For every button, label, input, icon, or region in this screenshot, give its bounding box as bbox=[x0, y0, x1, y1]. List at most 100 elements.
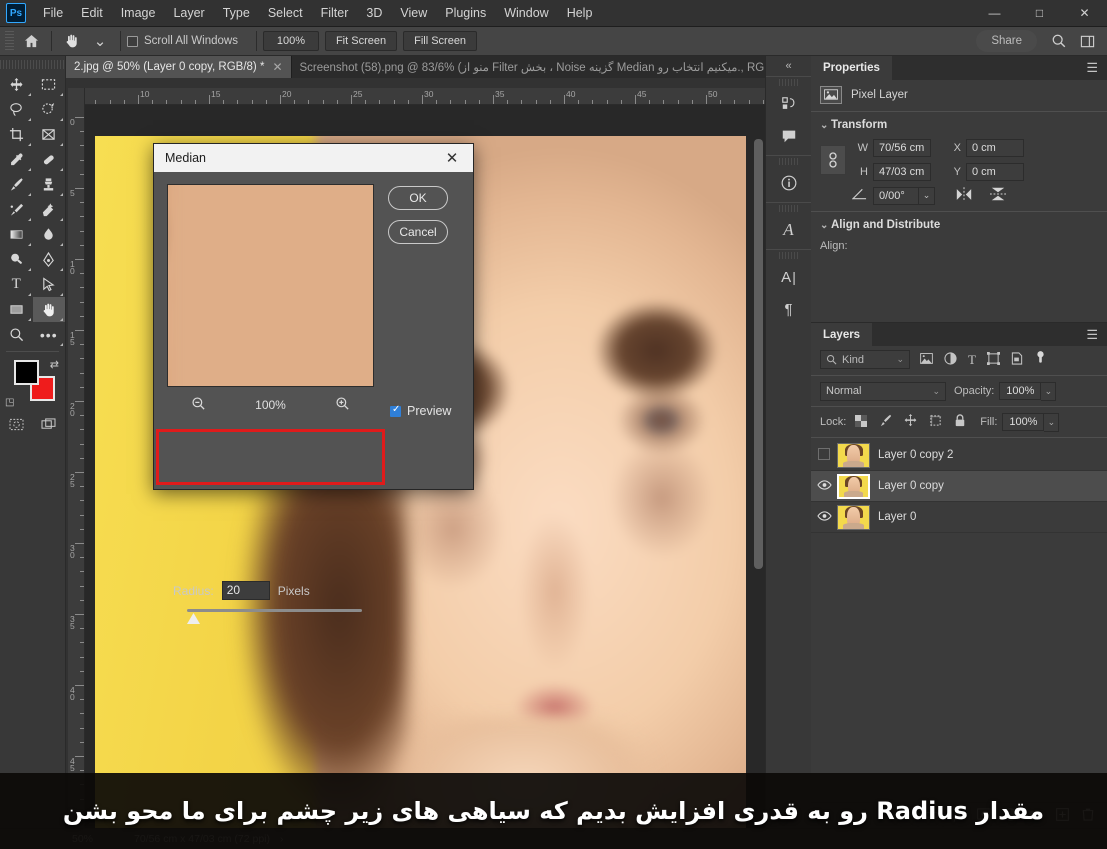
shape-filter-icon[interactable] bbox=[986, 351, 1000, 368]
fit-screen-button[interactable]: Fit Screen bbox=[324, 31, 398, 51]
tab-properties[interactable]: Properties bbox=[811, 56, 892, 80]
layer-visibility-toggle[interactable] bbox=[811, 510, 837, 524]
opacity-value[interactable]: 100% bbox=[999, 382, 1042, 400]
x-input[interactable]: 0 cm bbox=[966, 139, 1024, 157]
layer-filter-dropdown[interactable]: Kind ⌄ bbox=[820, 350, 910, 369]
zoom-in-icon[interactable] bbox=[335, 396, 350, 414]
preview-checkbox[interactable]: Preview bbox=[390, 404, 451, 418]
zoom-out-icon[interactable] bbox=[191, 396, 206, 414]
share-button[interactable]: Share bbox=[976, 30, 1037, 52]
lock-all-icon[interactable] bbox=[954, 414, 966, 430]
menu-filter[interactable]: Filter bbox=[312, 2, 358, 24]
dock-grip[interactable] bbox=[779, 79, 798, 86]
blur-tool[interactable] bbox=[33, 222, 66, 247]
type-filter-icon[interactable]: T bbox=[968, 352, 976, 368]
flip-horizontal-icon[interactable] bbox=[955, 186, 973, 205]
more-tools-icon[interactable]: ••• bbox=[33, 322, 66, 347]
blend-mode-dropdown[interactable]: Normal ⌄ bbox=[820, 381, 946, 401]
fill-value[interactable]: 100% bbox=[1002, 413, 1045, 431]
y-input[interactable]: 0 cm bbox=[966, 163, 1024, 181]
menu-type[interactable]: Type bbox=[214, 2, 259, 24]
align-section-header[interactable]: ⌄ Align and Distribute bbox=[811, 214, 1107, 236]
fill-screen-button[interactable]: Fill Screen bbox=[403, 31, 478, 51]
link-dimensions-icon[interactable] bbox=[820, 145, 846, 175]
tool-preset-dropdown[interactable]: ⌄ bbox=[86, 29, 114, 54]
tab-close-icon[interactable]: ✕ bbox=[272, 60, 282, 74]
menu-select[interactable]: Select bbox=[259, 2, 312, 24]
crop-tool[interactable] bbox=[0, 122, 33, 147]
layer-name[interactable]: Layer 0 copy bbox=[878, 480, 944, 492]
hand-tool[interactable] bbox=[32, 297, 65, 322]
menu-3d[interactable]: 3D bbox=[357, 2, 391, 24]
lasso-tool[interactable] bbox=[0, 97, 33, 122]
layer-visibility-toggle[interactable] bbox=[811, 447, 837, 463]
table-row[interactable]: Layer 0 bbox=[811, 502, 1107, 533]
dock-grip[interactable] bbox=[779, 205, 798, 212]
brush-tool[interactable] bbox=[0, 172, 33, 197]
close-button[interactable]: ✕ bbox=[1062, 0, 1107, 27]
paragraph-icon[interactable]: ¶ bbox=[766, 293, 811, 325]
eraser-tool[interactable] bbox=[33, 197, 66, 222]
layer-visibility-toggle[interactable] bbox=[811, 479, 837, 493]
smart-object-filter-icon[interactable] bbox=[1011, 351, 1023, 368]
dialog-close-icon[interactable]: ✕ bbox=[439, 145, 465, 171]
clone-stamp-tool[interactable] bbox=[33, 172, 66, 197]
transform-section-header[interactable]: ⌄ Transform bbox=[811, 114, 1107, 136]
zoom-100-button[interactable]: 100% bbox=[262, 31, 319, 51]
table-row[interactable]: Layer 0 copy 2 bbox=[811, 440, 1107, 471]
cancel-button[interactable]: Cancel bbox=[388, 220, 448, 244]
quick-mask-icon[interactable] bbox=[0, 412, 33, 436]
eyedropper-tool[interactable] bbox=[0, 147, 33, 172]
opacity-dropdown-icon[interactable]: ⌄ bbox=[1041, 381, 1057, 401]
healing-brush-tool[interactable] bbox=[33, 147, 66, 172]
fill-dropdown-icon[interactable]: ⌄ bbox=[1044, 412, 1060, 432]
options-bar-grip[interactable] bbox=[5, 31, 14, 51]
panel-menu-icon[interactable]: ☰ bbox=[1077, 323, 1107, 346]
minimize-button[interactable]: — bbox=[972, 0, 1017, 27]
median-filter-dialog[interactable]: Median ✕ 100% OK Cancel Preview Radius: … bbox=[153, 143, 474, 624]
home-icon[interactable] bbox=[17, 29, 45, 54]
object-selection-tool[interactable] bbox=[33, 97, 66, 122]
path-selection-tool[interactable] bbox=[33, 272, 66, 297]
lock-position-icon[interactable] bbox=[904, 414, 917, 430]
type-tool[interactable]: T bbox=[0, 272, 33, 297]
default-colors-icon[interactable]: ◳ bbox=[5, 397, 14, 408]
menu-help[interactable]: Help bbox=[558, 2, 602, 24]
pixel-filter-icon[interactable] bbox=[920, 352, 933, 367]
height-input[interactable]: 47/03 cm bbox=[873, 163, 931, 181]
menu-layer[interactable]: Layer bbox=[164, 2, 213, 24]
info-icon[interactable] bbox=[766, 167, 811, 199]
dodge-tool[interactable] bbox=[0, 247, 33, 272]
menu-window[interactable]: Window bbox=[495, 2, 557, 24]
ok-button[interactable]: OK bbox=[388, 186, 448, 210]
workspace-icon[interactable] bbox=[1073, 29, 1101, 54]
foreground-color-swatch[interactable] bbox=[14, 360, 39, 385]
libraries-icon[interactable] bbox=[766, 88, 811, 120]
tab-layers[interactable]: Layers bbox=[811, 323, 873, 346]
layer-name[interactable]: Layer 0 copy 2 bbox=[878, 449, 953, 461]
rectangular-marquee-tool[interactable] bbox=[33, 72, 66, 97]
history-brush-tool[interactable] bbox=[0, 197, 33, 222]
gradient-tool[interactable] bbox=[0, 222, 33, 247]
angle-dropdown-icon[interactable]: ⌄ bbox=[919, 186, 935, 205]
toolbar-grip[interactable] bbox=[0, 60, 65, 69]
rectangle-tool[interactable] bbox=[0, 297, 33, 322]
comments-icon[interactable] bbox=[766, 120, 811, 152]
scroll-all-windows-checkbox[interactable]: Scroll All Windows bbox=[127, 35, 238, 47]
filter-toggle-icon[interactable] bbox=[1034, 350, 1047, 370]
screen-mode-icon[interactable] bbox=[33, 412, 66, 436]
panel-menu-icon[interactable]: ☰ bbox=[1077, 56, 1107, 80]
dock-grip[interactable] bbox=[779, 158, 798, 165]
radius-input[interactable]: 20 bbox=[221, 581, 270, 600]
zoom-tool[interactable] bbox=[0, 322, 33, 347]
tab-2jpg[interactable]: 2.jpg @ 50% (Layer 0 copy, RGB/8) * ✕ bbox=[66, 56, 292, 78]
flip-vertical-icon[interactable] bbox=[989, 186, 1007, 205]
adjustment-filter-icon[interactable] bbox=[944, 351, 957, 368]
frame-tool[interactable] bbox=[33, 122, 66, 147]
move-tool[interactable] bbox=[0, 72, 33, 97]
swap-colors-icon[interactable]: ⇄ bbox=[50, 358, 59, 371]
menu-image[interactable]: Image bbox=[112, 2, 165, 24]
dock-grip[interactable] bbox=[779, 252, 798, 259]
menu-file[interactable]: File bbox=[34, 2, 72, 24]
angle-input[interactable]: 0/00° bbox=[873, 186, 919, 205]
